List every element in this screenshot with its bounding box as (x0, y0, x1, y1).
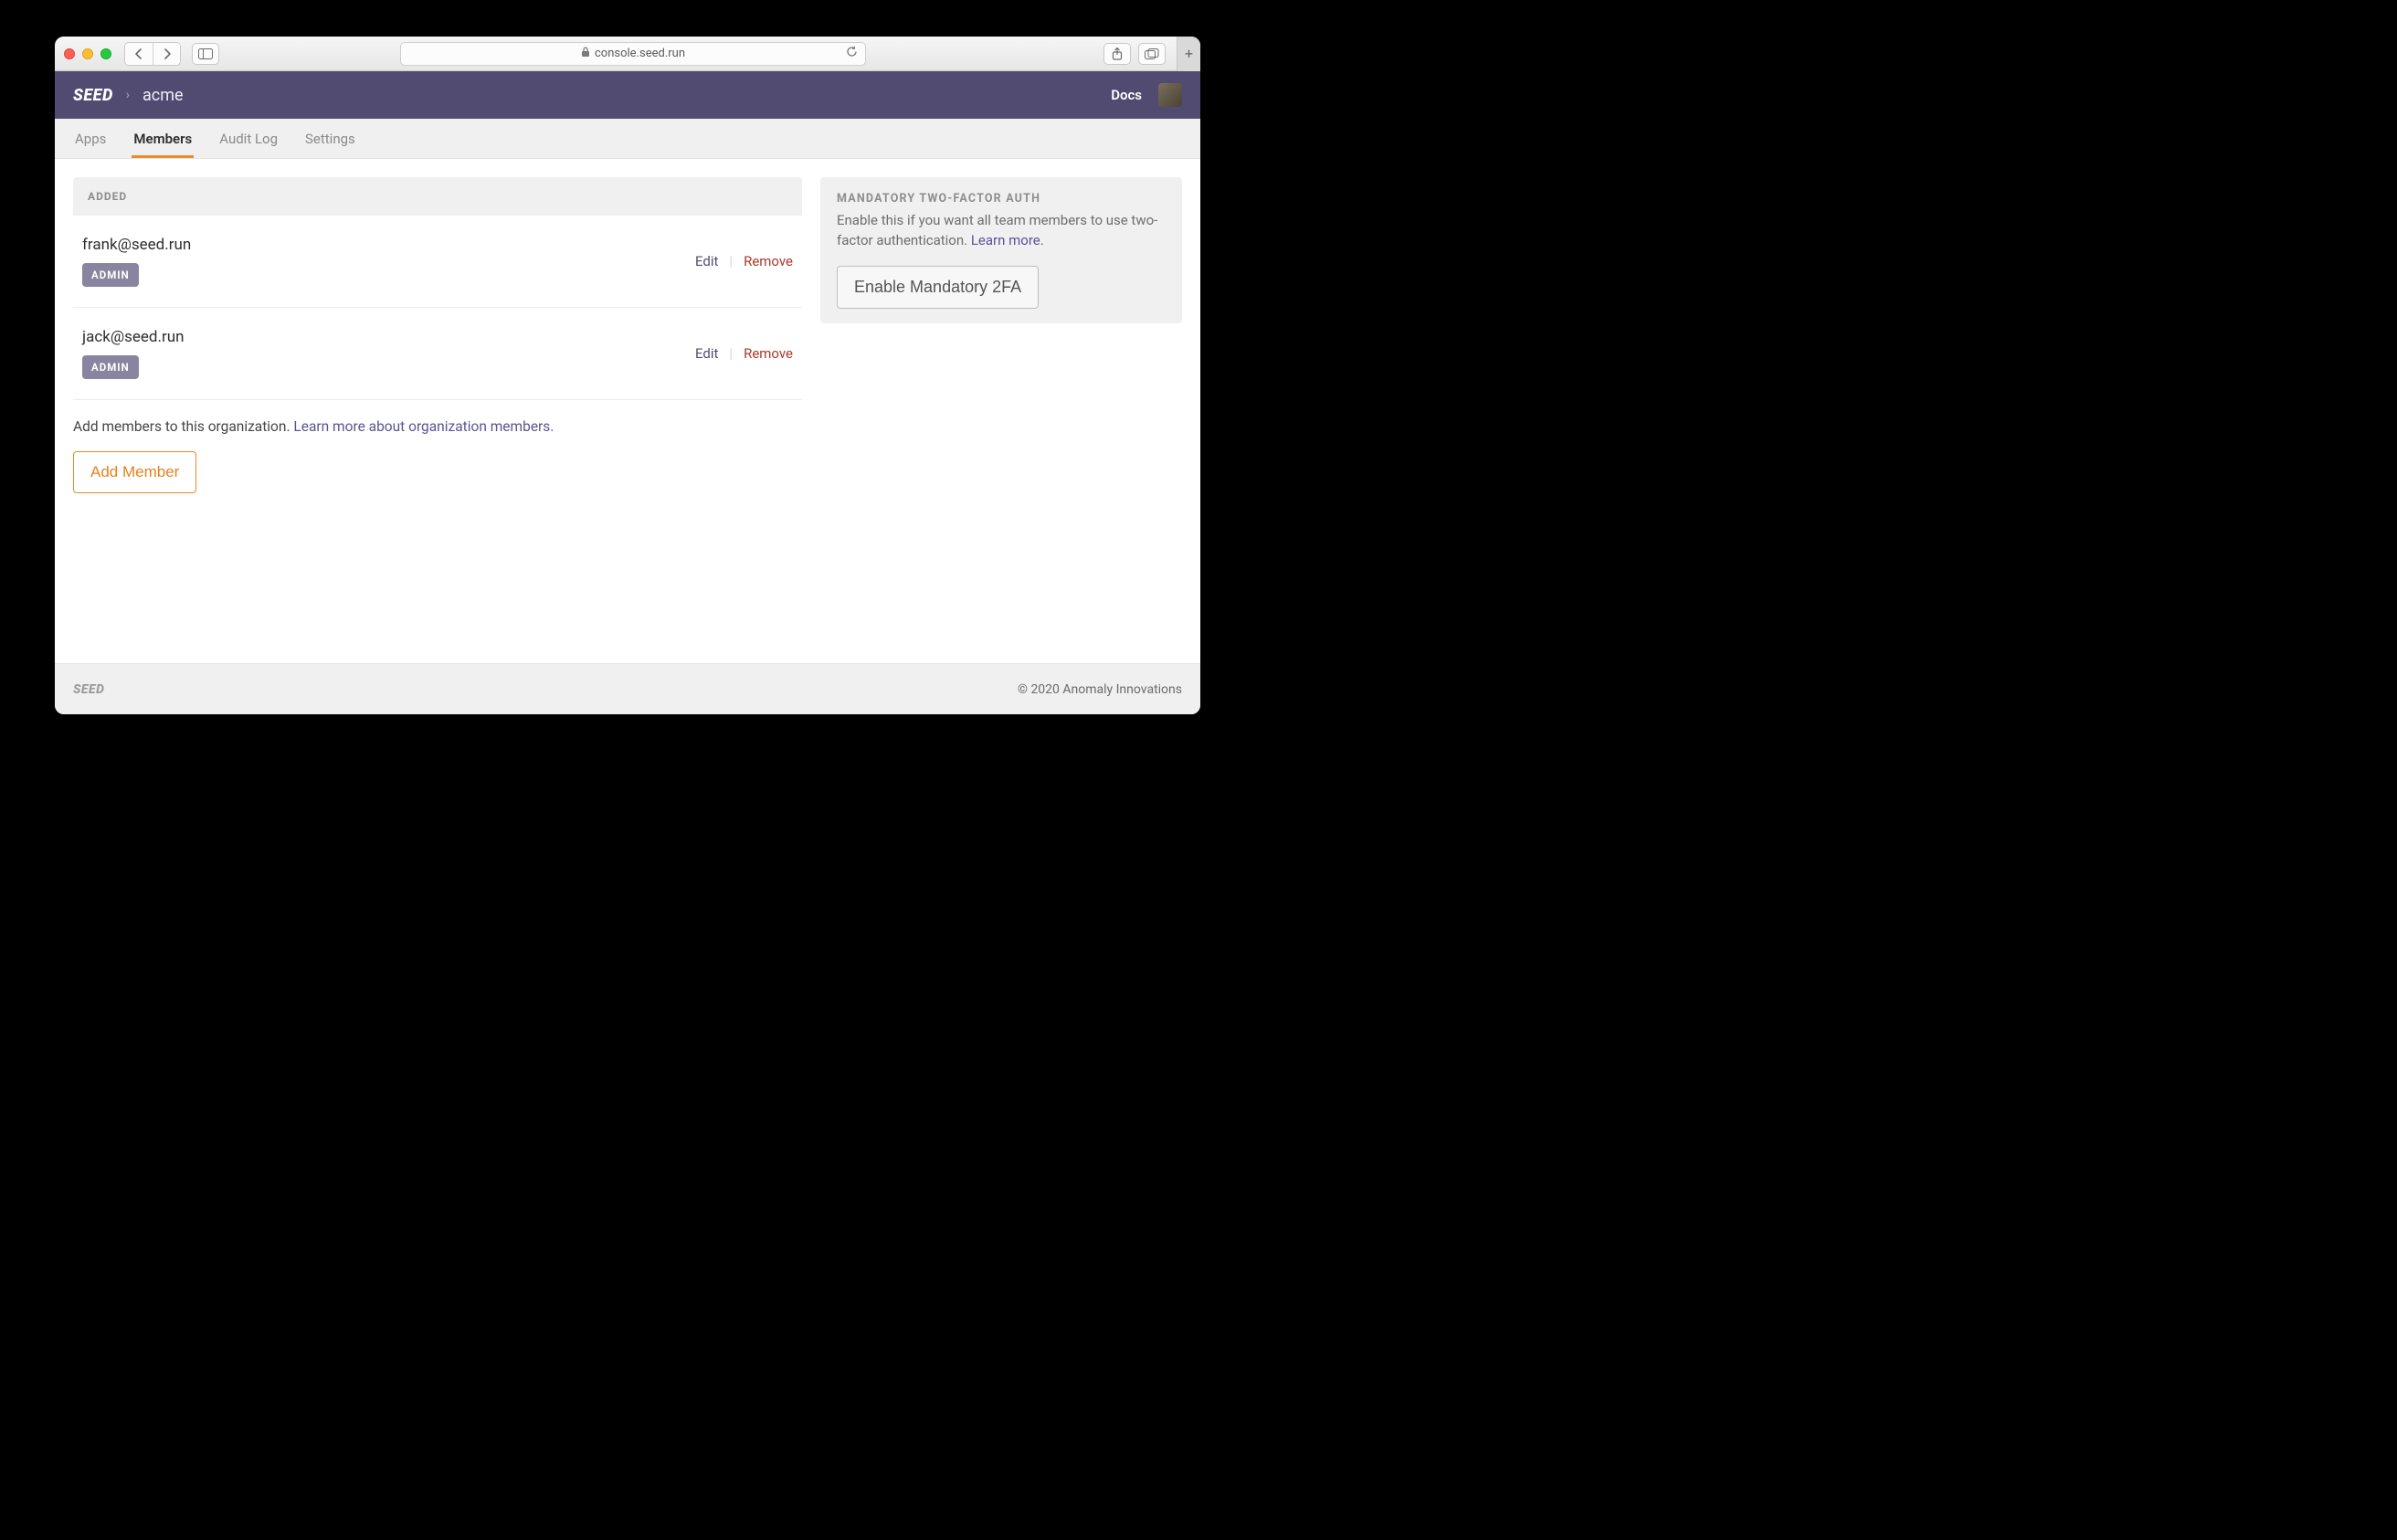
member-row: jack@seed.run ADMIN Edit | Remove (73, 308, 802, 400)
member-row: frank@seed.run ADMIN Edit | Remove (73, 216, 802, 308)
forward-button[interactable] (153, 43, 180, 65)
member-email: frank@seed.run (82, 236, 191, 254)
browser-window: console.seed.run + SEED › acme Docs Apps… (55, 37, 1200, 714)
breadcrumb-separator-icon: › (126, 88, 130, 102)
role-badge: ADMIN (82, 355, 139, 379)
url-text: console.seed.run (595, 47, 685, 60)
content: ADDED frank@seed.run ADMIN Edit | Remove… (55, 159, 1200, 663)
zoom-window-button[interactable] (100, 48, 111, 59)
new-tab-button[interactable]: + (1177, 37, 1200, 71)
two-factor-panel: MANDATORY TWO-FACTOR AUTH Enable this if… (820, 177, 1182, 323)
minimize-window-button[interactable] (82, 48, 93, 59)
navigation-buttons (124, 42, 181, 66)
remove-member-link[interactable]: Remove (744, 345, 793, 362)
learn-more-2fa-link[interactable]: Learn more. (971, 232, 1044, 248)
help-text: Add members to this organization. (73, 418, 293, 435)
docs-link[interactable]: Docs (1111, 87, 1142, 103)
lock-icon (581, 47, 590, 60)
show-sidebar-button[interactable] (192, 43, 219, 65)
avatar[interactable] (1158, 83, 1182, 107)
two-factor-title: MANDATORY TWO-FACTOR AUTH (837, 192, 1166, 206)
two-factor-description: Enable this if you want all team members… (837, 211, 1166, 251)
footer-logo[interactable]: SEED (73, 682, 104, 697)
learn-more-members-link[interactable]: Learn more about organization members. (293, 418, 554, 435)
tab-settings[interactable]: Settings (303, 120, 357, 158)
tab-members[interactable]: Members (132, 120, 194, 158)
close-window-button[interactable] (64, 48, 75, 59)
browser-chrome: console.seed.run + (55, 37, 1200, 71)
footer: SEED © 2020 Anomaly Innovations (55, 663, 1200, 714)
members-help-text: Add members to this organization. Learn … (73, 400, 802, 435)
chrome-right-controls: + (1103, 37, 1191, 71)
sidebar-column: MANDATORY TWO-FACTOR AUTH Enable this if… (820, 177, 1182, 645)
enable-2fa-button[interactable]: Enable Mandatory 2FA (837, 266, 1039, 309)
members-column: ADDED frank@seed.run ADMIN Edit | Remove… (73, 177, 802, 645)
window-controls (64, 48, 111, 59)
add-member-button[interactable]: Add Member (73, 451, 196, 493)
breadcrumb-org[interactable]: acme (143, 86, 184, 105)
edit-member-link[interactable]: Edit (695, 345, 718, 362)
share-button[interactable] (1103, 43, 1131, 65)
back-button[interactable] (125, 43, 153, 65)
footer-copyright: © 2020 Anomaly Innovations (1018, 682, 1182, 697)
tab-audit-log[interactable]: Audit Log (217, 120, 280, 158)
app-header: SEED › acme Docs (55, 71, 1200, 119)
edit-member-link[interactable]: Edit (695, 253, 718, 269)
address-bar[interactable]: console.seed.run (400, 42, 866, 66)
app-logo[interactable]: SEED (73, 86, 113, 105)
action-separator: | (729, 253, 733, 269)
members-section-title: ADDED (73, 177, 802, 216)
remove-member-link[interactable]: Remove (744, 253, 793, 269)
show-tabs-button[interactable] (1138, 43, 1166, 65)
tab-apps[interactable]: Apps (73, 120, 108, 158)
action-separator: | (729, 345, 733, 362)
member-email: jack@seed.run (82, 328, 185, 346)
role-badge: ADMIN (82, 263, 139, 287)
reload-button[interactable] (846, 46, 858, 61)
tabs: Apps Members Audit Log Settings (55, 119, 1200, 159)
